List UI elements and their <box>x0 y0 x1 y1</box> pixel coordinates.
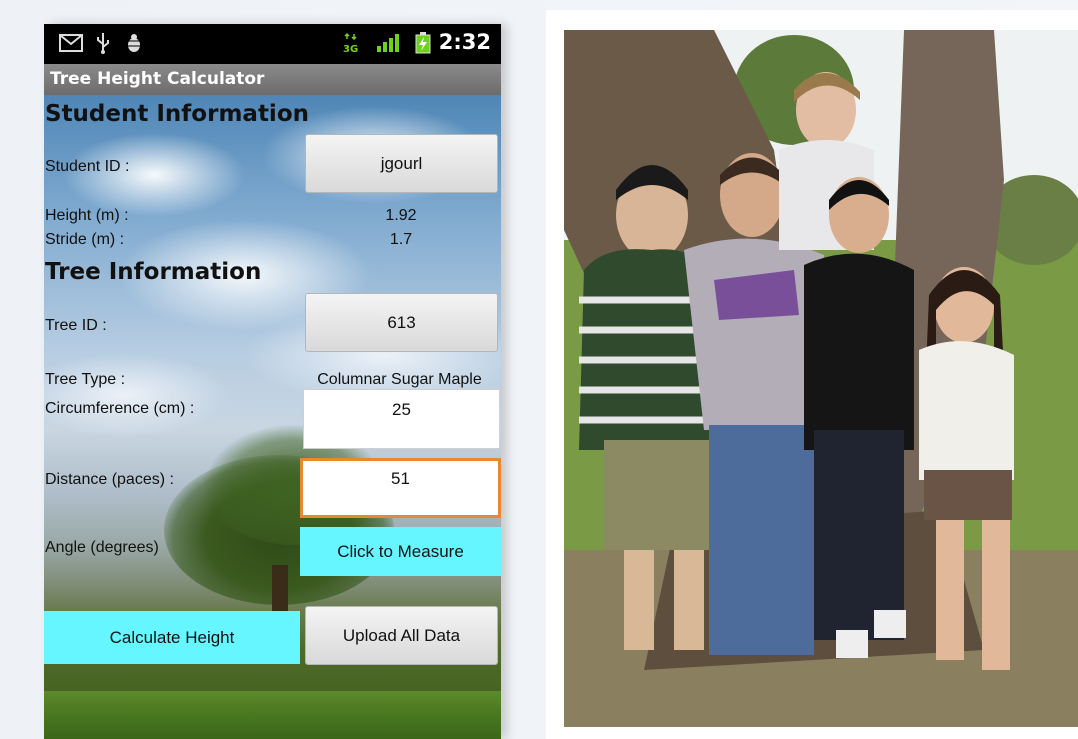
student-id-button[interactable]: jgourl <box>305 134 498 193</box>
status-time: 2:32 <box>438 30 491 54</box>
student-info-heading: Student Information <box>45 101 309 127</box>
tree-type-value: Columnar Sugar Maple <box>317 371 482 388</box>
debug-icon <box>124 33 144 53</box>
measure-angle-button[interactable]: Click to Measure <box>300 527 501 576</box>
battery-charging-icon <box>414 32 432 54</box>
network-3g-icon: 3G <box>342 32 360 54</box>
stride-label: Stride (m) : <box>45 231 125 248</box>
status-bar: 3G 2:32 <box>44 24 501 64</box>
stride-value: 1.7 <box>389 231 413 248</box>
form-content: Student Information Student ID : jgourl … <box>44 95 501 739</box>
distance-input[interactable]: 51 <box>300 458 501 518</box>
circumference-label: Circumference (cm) : <box>45 400 195 417</box>
tree-id-label: Tree ID : <box>45 317 107 334</box>
background-grass <box>44 691 501 739</box>
group-photo-illustration <box>564 30 1078 727</box>
phone-screen: 3G 2:32 Tree Height Calculator Student I… <box>44 24 501 739</box>
group-photo <box>564 30 1078 727</box>
student-id-label: Student ID : <box>45 158 130 175</box>
distance-label: Distance (paces) : <box>45 471 174 488</box>
mail-icon <box>58 33 84 53</box>
calculate-height-button[interactable]: Calculate Height <box>44 611 300 664</box>
tree-type-label: Tree Type : <box>45 371 126 388</box>
signal-icon <box>376 33 402 53</box>
circumference-input[interactable]: 25 <box>303 389 500 449</box>
app-title-bar: Tree Height Calculator <box>44 64 501 95</box>
svg-text:3G: 3G <box>343 44 358 54</box>
upload-data-button[interactable]: Upload All Data <box>305 606 498 665</box>
angle-label: Angle (degrees) <box>45 539 159 556</box>
height-label: Height (m) : <box>45 207 129 224</box>
tree-id-button[interactable]: 613 <box>305 293 498 352</box>
tree-info-heading: Tree Information <box>45 259 262 285</box>
height-value: 1.92 <box>385 207 417 224</box>
usb-icon <box>94 33 112 54</box>
